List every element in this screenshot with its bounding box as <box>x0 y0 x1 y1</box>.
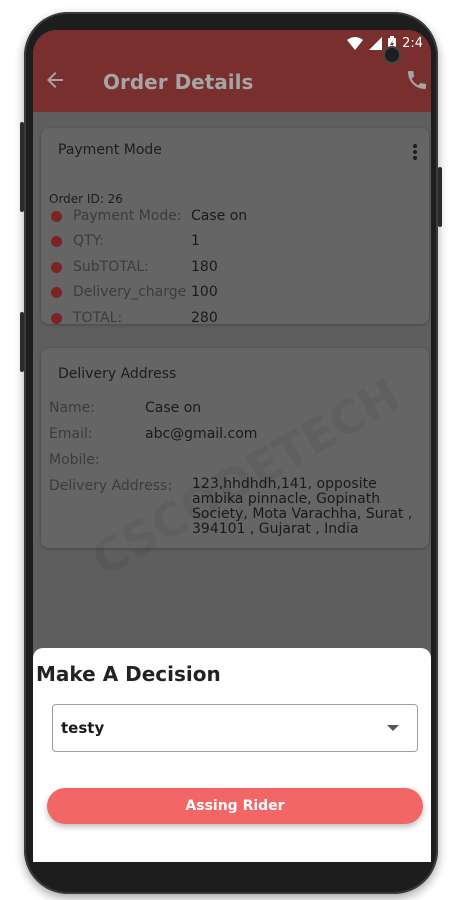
dropdown-arrow-icon <box>387 725 399 731</box>
bullet-icon <box>51 210 62 222</box>
bullet-icon <box>51 312 62 324</box>
row-label: TOTAL: <box>73 310 123 326</box>
phone-call-icon[interactable] <box>405 68 429 92</box>
row-label: Payment Mode: <box>73 208 182 224</box>
sheet-title: Make A Decision <box>36 662 221 686</box>
rider-select-value: testy <box>61 719 105 737</box>
power-button <box>20 312 24 372</box>
order-id-label: Order ID: <box>49 192 104 206</box>
name-value: Case on <box>145 400 202 416</box>
payment-card-title: Payment Mode <box>58 142 162 158</box>
assign-rider-button[interactable]: Assing Rider <box>47 788 423 824</box>
app-bar: 2:4 Order Details <box>33 30 431 112</box>
order-id: Order ID: 26 <box>49 192 123 206</box>
rider-select[interactable]: testy <box>52 704 418 752</box>
row-label: QTY: <box>73 233 104 249</box>
delivery-charge-row: Delivery_charge 100 <box>51 282 218 302</box>
volume-button <box>20 122 24 212</box>
payment-mode-row: Payment Mode: Case on <box>51 206 247 226</box>
subtotal-row: SubTOTAL: 180 <box>51 257 218 277</box>
wifi-icon <box>347 36 364 50</box>
row-label: Delivery_charge <box>73 284 187 300</box>
status-time: 2:4 <box>402 35 423 51</box>
back-arrow-icon[interactable] <box>43 68 67 92</box>
row-value: 100 <box>191 284 218 300</box>
mobile-label: Mobile: <box>49 452 100 468</box>
email-value: abc@gmail.com <box>145 426 258 442</box>
bullet-icon <box>51 286 62 298</box>
front-camera <box>383 46 401 64</box>
row-value: 180 <box>191 259 218 275</box>
address-card-title: Delivery Address <box>58 366 177 382</box>
signal-icon <box>369 36 383 50</box>
row-label: SubTOTAL: <box>73 259 149 275</box>
row-value: Case on <box>191 208 248 224</box>
page-title: Order Details <box>103 70 254 94</box>
address-label: Delivery Address: <box>49 478 173 494</box>
more-options-icon[interactable] <box>413 144 417 160</box>
app-screen: 2:4 Order Details Payment Mode Order ID:… <box>33 30 431 862</box>
bixby-button <box>438 167 442 227</box>
qty-row: QTY: 1 <box>51 231 200 251</box>
payment-mode-card: Payment Mode Order ID: 26 Payment Mode: … <box>41 128 429 326</box>
bullet-icon <box>51 235 62 247</box>
bullet-icon <box>51 261 62 273</box>
row-value: 1 <box>191 233 200 249</box>
total-row: TOTAL: 280 <box>51 308 218 328</box>
decision-bottom-sheet: Make A Decision testy Assing Rider <box>33 648 431 862</box>
order-id-value: 26 <box>107 192 123 206</box>
row-value: 280 <box>191 310 218 326</box>
